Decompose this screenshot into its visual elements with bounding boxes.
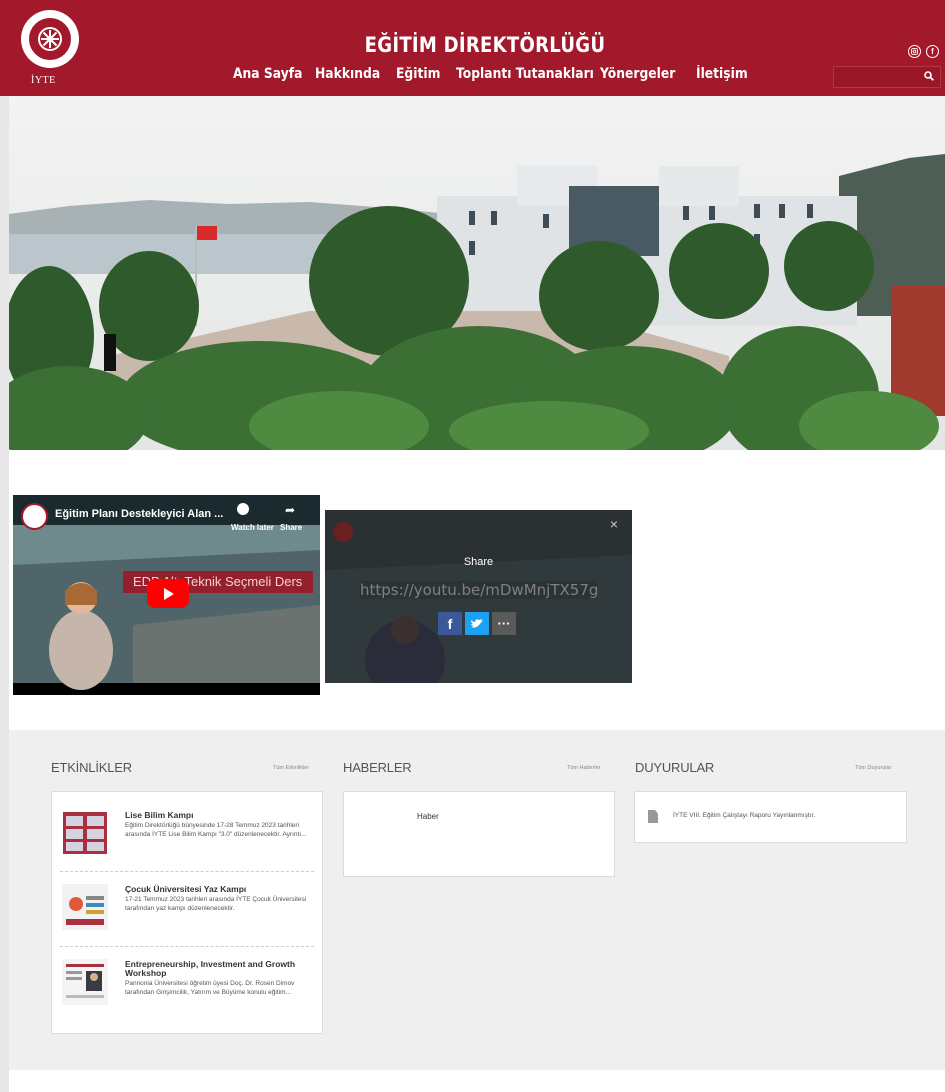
- event-item[interactable]: Entrepreneurship, Investment and Growth …: [52, 947, 322, 1035]
- document-icon: [648, 810, 658, 823]
- event-title[interactable]: Çocuk Üniversitesi Yaz Kampı: [125, 885, 310, 894]
- page-title: EĞİTİM DİREKTÖRLÜĞÜ: [364, 33, 606, 57]
- page-left-strip: [0, 0, 9, 1092]
- search-icon[interactable]: [924, 71, 934, 84]
- logo-emblem-icon: [27, 16, 73, 62]
- facebook-share-icon[interactable]: f: [438, 612, 462, 635]
- news-card: Haber: [343, 791, 615, 877]
- announcement-item[interactable]: İYTE VIII. Eğitim Çalıştayı Raporu Yayın…: [673, 812, 815, 819]
- video-title[interactable]: Eğitim Planı Destekleyici Alan ...: [55, 508, 223, 520]
- news-item[interactable]: Haber: [417, 812, 439, 821]
- nav-ana-sayfa[interactable]: Ana Sayfa: [233, 66, 302, 82]
- twitter-share-icon[interactable]: [465, 612, 489, 635]
- watch-later-button[interactable]: Watch later: [231, 523, 274, 532]
- instagram-icon[interactable]: [908, 45, 921, 58]
- main-nav: Ana Sayfa Hakkında Eğitim Toplantı Tutan…: [233, 66, 754, 82]
- play-icon: [164, 587, 174, 600]
- search-input[interactable]: [833, 66, 941, 88]
- nav-hakkinda[interactable]: Hakkında: [315, 66, 380, 82]
- event-thumbnail: [62, 959, 108, 1005]
- event-thumbnail: [62, 810, 108, 856]
- events-all-link[interactable]: Tüm Etkinlikler: [273, 765, 309, 771]
- share-panel-title: Share: [463, 556, 494, 568]
- site-header: İYTE EĞİTİM DİREKTÖRLÜĞÜ Ana Sayfa Hakkı…: [0, 0, 945, 96]
- play-button[interactable]: [147, 579, 189, 608]
- watch-later-icon[interactable]: [237, 503, 249, 515]
- iyte-logo[interactable]: [21, 10, 79, 68]
- nav-toplanti-tutanaklari[interactable]: Toplantı Tutanakları: [456, 66, 594, 82]
- nav-egitim[interactable]: Eğitim: [396, 66, 440, 82]
- news-all-link[interactable]: Tüm Haberler: [567, 765, 601, 771]
- logo-text: İYTE: [31, 75, 56, 86]
- nav-yonergeler[interactable]: Yönergeler: [600, 66, 675, 82]
- social-links: f: [908, 45, 939, 58]
- event-title[interactable]: Entrepreneurship, Investment and Growth …: [125, 960, 310, 978]
- youtube-video-player[interactable]: Eğitim Planı Destekleyici Alan ... Watch…: [13, 495, 320, 695]
- news-title: HABERLER: [343, 760, 412, 775]
- share-url-field[interactable]: https://youtu.be/mDwMnjTX57g: [360, 581, 598, 599]
- event-text: Pannonia Üniversitesi öğretim üyesi Doç.…: [125, 980, 295, 996]
- share-options: f ···: [438, 612, 516, 635]
- facebook-icon[interactable]: f: [926, 45, 939, 58]
- event-item[interactable]: Çocuk Üniversitesi Yaz Kampı 17-21 Temmu…: [52, 872, 322, 946]
- more-options-icon[interactable]: ···: [492, 612, 516, 635]
- share-button[interactable]: Share: [280, 523, 302, 532]
- hero-campus-image: [9, 96, 945, 450]
- events-title: ETKİNLİKLER: [51, 760, 132, 775]
- nav-iletisim[interactable]: İletişim: [696, 66, 748, 82]
- event-title[interactable]: Lise Bilim Kampı: [125, 811, 310, 820]
- video-share-panel: × Share https://youtu.be/mDwMnjTX57g f ·…: [325, 510, 632, 683]
- event-thumbnail: [62, 884, 108, 930]
- event-text: 17-21 Temmuz 2023 tarihleri arasında İYT…: [125, 896, 307, 912]
- event-item[interactable]: Lise Bilim Kampı Eğitim Direktörlüğü bün…: [52, 792, 322, 872]
- events-card: Lise Bilim Kampı Eğitim Direktörlüğü bün…: [51, 791, 323, 1034]
- close-icon[interactable]: ×: [610, 516, 618, 532]
- event-text: Eğitim Direktörlüğü bünyesinde 17-28 Tem…: [125, 822, 307, 838]
- share-arrow-icon[interactable]: ➦: [285, 503, 295, 517]
- channel-avatar[interactable]: [21, 503, 48, 530]
- announcements-all-link[interactable]: Tüm Duyurular: [855, 765, 891, 771]
- announcements-card: İYTE VIII. Eğitim Çalıştayı Raporu Yayın…: [634, 791, 907, 843]
- announcements-title: DUYURULAR: [635, 760, 715, 775]
